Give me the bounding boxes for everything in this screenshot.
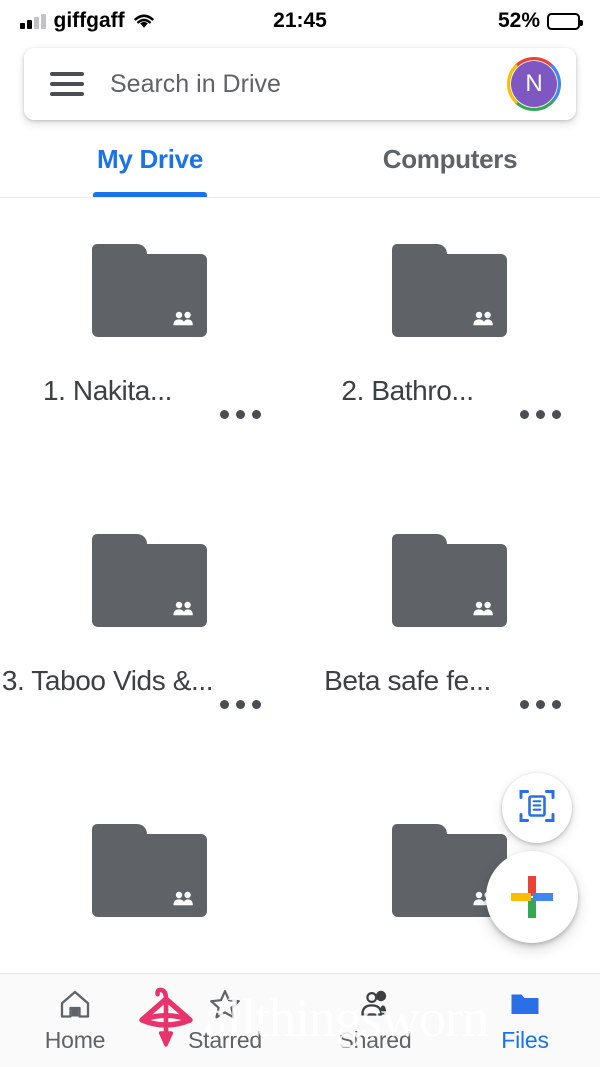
overflow-menu-icon[interactable] <box>520 409 564 419</box>
hamburger-menu-icon[interactable] <box>50 72 84 96</box>
file-grid-row: 3. Taboo Vids &... Beta safe fe... <box>0 534 600 824</box>
status-bar-right: 52% <box>497 9 583 33</box>
tab-computers-label: Computers <box>382 144 518 174</box>
tab-my-drive-label: My Drive <box>97 144 203 174</box>
tab-active-indicator <box>93 192 207 197</box>
file-name: 1. Nakita... <box>42 375 173 406</box>
google-plus-add-icon <box>509 874 555 920</box>
drive-tabs: My Drive Computers <box>0 130 600 198</box>
search-input[interactable]: Search in Drive <box>110 70 506 99</box>
shared-badge-icon <box>171 891 195 906</box>
star-icon <box>209 987 241 1021</box>
file-grid-row: 1. Nakita... 2. Bathro... <box>0 244 600 534</box>
avatar[interactable]: N <box>506 56 562 112</box>
folder-icon <box>509 987 541 1021</box>
bottom-navigation: Home Starred Shared Files <box>0 973 600 1067</box>
search-bar-container: Search in Drive N <box>24 48 576 120</box>
shared-badge-icon <box>471 601 495 616</box>
scan-button[interactable] <box>502 773 572 843</box>
file-item[interactable]: 3. Taboo Vids &... <box>0 534 300 824</box>
file-item[interactable]: 2. Bathro... <box>300 244 600 534</box>
overflow-menu-icon[interactable] <box>520 699 564 709</box>
shared-badge-icon <box>171 311 195 326</box>
shared-badge-icon <box>471 311 495 326</box>
nav-item-shared-label: Shared <box>338 1027 412 1053</box>
folder-icon <box>92 244 207 337</box>
folder-icon <box>392 244 507 337</box>
tab-my-drive[interactable]: My Drive <box>0 130 300 197</box>
tab-computers[interactable]: Computers <box>300 130 600 197</box>
nav-item-home[interactable]: Home <box>0 987 150 1054</box>
document-scan-icon <box>518 787 556 830</box>
nav-item-shared[interactable]: Shared <box>300 987 450 1054</box>
file-name: Beta safe fe... <box>324 665 491 696</box>
home-icon <box>59 987 91 1021</box>
folder-icon <box>92 824 207 917</box>
battery-percent-label: 52% <box>497 9 540 32</box>
nav-item-starred[interactable]: Starred <box>150 987 300 1054</box>
overflow-menu-icon[interactable] <box>220 699 264 709</box>
avatar-initial: N <box>511 61 557 107</box>
battery-icon <box>547 12 583 30</box>
status-bar: giffgaff 21:45 52% <box>0 0 600 42</box>
file-name: 3. Taboo Vids &... <box>1 665 214 696</box>
overflow-menu-icon[interactable] <box>220 409 264 419</box>
nav-item-files-label: Files <box>501 1027 549 1053</box>
search-bar[interactable]: Search in Drive N <box>24 48 576 120</box>
drive-app-screen: giffgaff 21:45 52% Search in Drive N My … <box>0 0 600 1067</box>
nav-item-home-label: Home <box>44 1027 106 1053</box>
file-name: 2. Bathro... <box>341 375 474 406</box>
nav-item-starred-label: Starred <box>187 1027 263 1053</box>
file-item[interactable]: 1. Nakita... <box>0 244 300 534</box>
folder-icon <box>392 534 507 627</box>
shared-badge-icon <box>171 601 195 616</box>
folder-icon <box>92 534 207 627</box>
add-button[interactable] <box>486 851 578 943</box>
shared-people-icon <box>359 987 391 1021</box>
nav-item-files[interactable]: Files <box>450 987 600 1054</box>
